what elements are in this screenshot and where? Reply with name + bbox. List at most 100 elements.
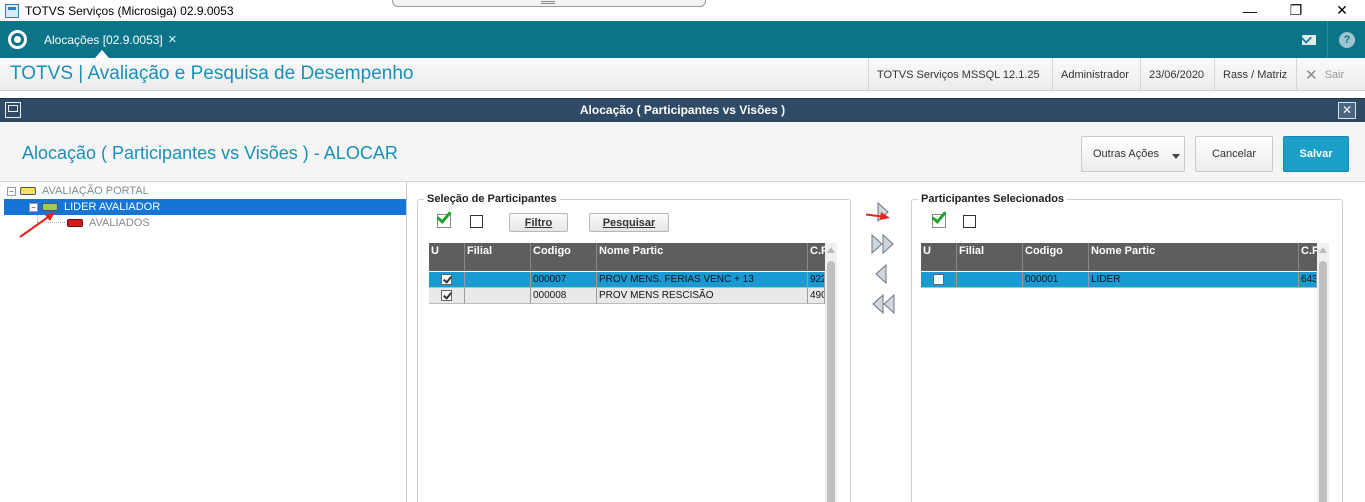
column-header[interactable]: Filial xyxy=(957,243,1023,271)
folder-icon xyxy=(20,187,36,195)
user-info: Administrador xyxy=(1052,58,1137,91)
cancel-button[interactable]: Cancelar xyxy=(1195,136,1273,172)
tree-node-label: LIDER AVALIADOR xyxy=(64,201,161,213)
deselect-all-checkbox[interactable] xyxy=(470,215,483,228)
check-icon xyxy=(436,208,452,224)
selection-grid: U Filial Codigo Nome Partic C.P 000007 P… xyxy=(429,243,825,502)
row-checkbox-cell[interactable] xyxy=(429,288,465,304)
chevron-down-icon xyxy=(1172,154,1180,159)
date-info: 23/06/2020 xyxy=(1140,58,1212,91)
grip-icon xyxy=(541,1,555,4)
column-header[interactable]: C.P xyxy=(1299,243,1317,271)
annotation-arrow-icon xyxy=(19,212,55,238)
add-one-button[interactable] xyxy=(866,200,902,224)
cell-cp: 922 xyxy=(808,272,825,288)
column-header[interactable]: Codigo xyxy=(531,243,597,271)
exit-label: Sair xyxy=(1324,68,1345,81)
remove-one-button[interactable] xyxy=(866,262,902,286)
save-button[interactable]: Salvar xyxy=(1283,136,1349,172)
add-all-button[interactable] xyxy=(866,232,902,256)
deselect-all-checkbox[interactable] xyxy=(963,215,976,228)
dialog-title: Alocação ( Participantes vs Visões ) xyxy=(579,103,786,117)
tab-close-icon[interactable]: ✕ xyxy=(168,33,177,46)
tree-node-avaliacao-portal[interactable]: − AVALIAÇÃO PORTAL xyxy=(7,183,149,199)
cell-codigo: 000001 xyxy=(1023,272,1089,288)
table-row[interactable]: 000001 LIDER 643 xyxy=(921,272,1317,288)
environment-info: TOTVS Serviços MSSQL 12.1.25 xyxy=(868,58,1048,91)
cell-codigo: 000007 xyxy=(531,272,597,288)
collapse-icon[interactable]: − xyxy=(7,186,16,196)
select-all-checkbox[interactable] xyxy=(931,208,947,228)
selected-participants-group: Participantes Selecionados U Filial Codi… xyxy=(911,193,1343,502)
tab-alocacoes[interactable]: Alocações [02.9.0053] ✕ xyxy=(38,21,183,58)
messages-button[interactable] xyxy=(1292,21,1326,58)
cell-codigo: 000008 xyxy=(531,288,597,304)
dialog-close-button[interactable]: ✕ xyxy=(1338,102,1356,119)
table-row[interactable]: 000007 PROV MENS. FERIAS VENC + 13 922 xyxy=(429,272,825,288)
other-actions-button[interactable]: Outras Ações xyxy=(1081,136,1185,172)
other-actions-label: Outras Ações xyxy=(1092,148,1160,160)
column-header[interactable]: Codigo xyxy=(1023,243,1089,271)
column-header[interactable]: U xyxy=(429,243,465,271)
group-title: Seleção de Participantes xyxy=(424,193,560,205)
cell-filial xyxy=(465,288,531,304)
window-drag-handle[interactable] xyxy=(392,0,706,7)
row-checkbox-cell[interactable] xyxy=(921,272,957,288)
column-header[interactable]: Nome Partic xyxy=(1089,243,1299,271)
selected-grid: U Filial Codigo Nome Partic C.P 000001 L… xyxy=(921,243,1317,502)
vision-tree: − AVALIAÇÃO PORTAL − LIDER AVALIADOR AVA… xyxy=(4,182,407,502)
close-icon: ✕ xyxy=(1305,66,1318,84)
tree-node-label: AVALIAÇÃO PORTAL xyxy=(42,185,149,197)
close-window-button[interactable]: ✕ xyxy=(1319,0,1365,21)
cell-nome: PROV MENS. FERIAS VENC + 13 xyxy=(597,272,808,288)
window-title-bar: TOTVS Serviços (Microsiga) 02.9.0053 — ❐… xyxy=(0,0,1365,21)
scroll-up-icon[interactable] xyxy=(1319,247,1327,253)
row-checkbox[interactable] xyxy=(441,290,452,301)
cell-nome: PROV MENS RESCISÃO xyxy=(597,288,808,304)
selection-group: Seleção de Participantes Filtro Pesquisa… xyxy=(417,193,851,502)
check-icon xyxy=(931,208,947,224)
divider xyxy=(1327,21,1328,58)
branch-info: Rass / Matriz xyxy=(1214,58,1295,91)
help-button[interactable]: ? xyxy=(1330,21,1364,58)
cell-filial xyxy=(957,272,1023,288)
grid-scrollbar[interactable] xyxy=(825,243,837,502)
home-icon[interactable] xyxy=(8,30,27,49)
window-title: TOTVS Serviços (Microsiga) 02.9.0053 xyxy=(25,3,234,18)
cell-cp: 490 xyxy=(808,288,825,304)
app-window-icon xyxy=(5,3,19,18)
grid-scrollbar[interactable] xyxy=(1317,243,1329,502)
tree-node-lider-avaliador[interactable]: − LIDER AVALIADOR xyxy=(4,199,406,215)
group-title: Participantes Selecionados xyxy=(918,193,1068,205)
exit-button[interactable]: ✕ Sair xyxy=(1296,58,1365,91)
folder-icon xyxy=(67,219,83,227)
column-header[interactable]: Filial xyxy=(465,243,531,271)
page-title: Alocação ( Participantes vs Visões ) - A… xyxy=(22,143,398,163)
cell-filial xyxy=(465,272,531,288)
scroll-thumb[interactable] xyxy=(827,261,835,502)
search-button[interactable]: Pesquisar xyxy=(589,213,669,232)
column-header[interactable]: C.P xyxy=(808,243,825,271)
tree-node-avaliados[interactable]: AVALIADOS xyxy=(67,215,150,231)
dialog-title-bar: Alocação ( Participantes vs Visões ) ✕ xyxy=(0,98,1365,122)
module-header: TOTVS | Avaliação e Pesquisa de Desempen… xyxy=(0,58,1365,91)
row-checkbox[interactable] xyxy=(933,274,944,285)
column-header[interactable]: Nome Partic xyxy=(597,243,808,271)
mail-icon xyxy=(1302,34,1316,45)
filter-button[interactable]: Filtro xyxy=(509,213,568,232)
minimize-button[interactable]: — xyxy=(1227,0,1273,21)
cell-cp: 643 xyxy=(1299,272,1317,288)
app-tab-bar: Alocações [02.9.0053] ✕ ? xyxy=(0,21,1365,58)
row-checkbox-cell[interactable] xyxy=(429,272,465,288)
grid-header: U Filial Codigo Nome Partic C.P xyxy=(921,243,1317,271)
action-header: Alocação ( Participantes vs Visões ) - A… xyxy=(0,122,1365,182)
remove-all-button[interactable] xyxy=(866,292,902,316)
column-header[interactable]: U xyxy=(921,243,957,271)
scroll-up-icon[interactable] xyxy=(827,247,835,253)
table-row[interactable]: 000008 PROV MENS RESCISÃO 490 xyxy=(429,288,825,304)
cell-nome: LIDER xyxy=(1089,272,1299,288)
select-all-checkbox[interactable] xyxy=(436,208,452,228)
row-checkbox[interactable] xyxy=(441,274,452,285)
maximize-button[interactable]: ❐ xyxy=(1273,0,1319,21)
scroll-thumb[interactable] xyxy=(1319,261,1327,502)
